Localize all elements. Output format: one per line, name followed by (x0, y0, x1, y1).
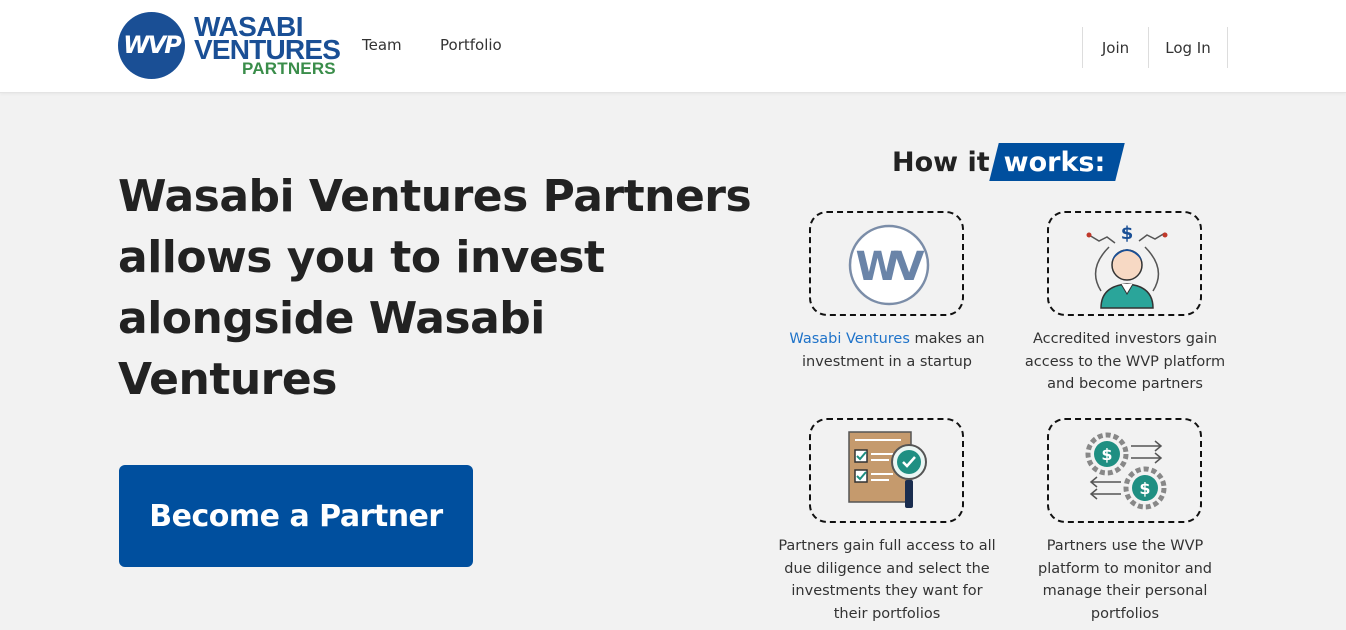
wasabi-ventures-link[interactable]: Wasabi Ventures (789, 331, 909, 347)
site-header: WVP WASABI VENTURES PARTNERS Team Portfo… (0, 0, 1346, 93)
logo-monogram-circle: WVP (118, 12, 185, 79)
money-gears-icon: $ $ (1085, 432, 1167, 510)
step-1-text: Wasabi Ventures makes an investment in a… (777, 328, 997, 373)
step-4-icon-box: $ $ (1047, 418, 1202, 523)
logo-monogram: WVP (123, 31, 182, 59)
step-3-text: Partners gain full access to all due dil… (778, 538, 996, 622)
how-it-works-heading-badge: works: (994, 143, 1120, 181)
step-1-icon-box: WV (809, 211, 964, 316)
checklist-magnifier-icon (848, 431, 927, 508)
how-it-works-heading-plain: How it (892, 146, 990, 178)
join-link[interactable]: Join (1082, 27, 1148, 68)
wv-logo-icon: WV (848, 224, 931, 306)
how-it-works-heading-badge-text: works: (1003, 146, 1106, 178)
svg-text:$: $ (1101, 445, 1112, 464)
step-2-icon-box: $ (1047, 211, 1202, 316)
login-link[interactable]: Log In (1148, 27, 1228, 68)
brand-logo[interactable]: WVP WASABI VENTURES PARTNERS (118, 12, 341, 82)
svg-text:$: $ (1121, 223, 1134, 244)
become-partner-button[interactable]: Become a Partner (119, 465, 473, 567)
logo-wordmark-line3: PARTNERS (242, 59, 336, 78)
svg-text:$: $ (1139, 479, 1150, 498)
nav-link-portfolio[interactable]: Portfolio (440, 36, 502, 54)
step-4-text: Partners use the WVP platform to monitor… (1037, 538, 1212, 622)
step-3-icon-box (809, 418, 964, 523)
nav-link-team[interactable]: Team (362, 36, 402, 54)
step-2-text: Accredited investors gain access to the … (1024, 331, 1226, 392)
how-it-works-heading: How it works: (892, 143, 1119, 181)
hero-title: Wasabi Ventures Partners allows you to i… (118, 171, 752, 405)
investor-icon: $ (1086, 223, 1168, 309)
svg-text:WV: WV (855, 244, 924, 290)
